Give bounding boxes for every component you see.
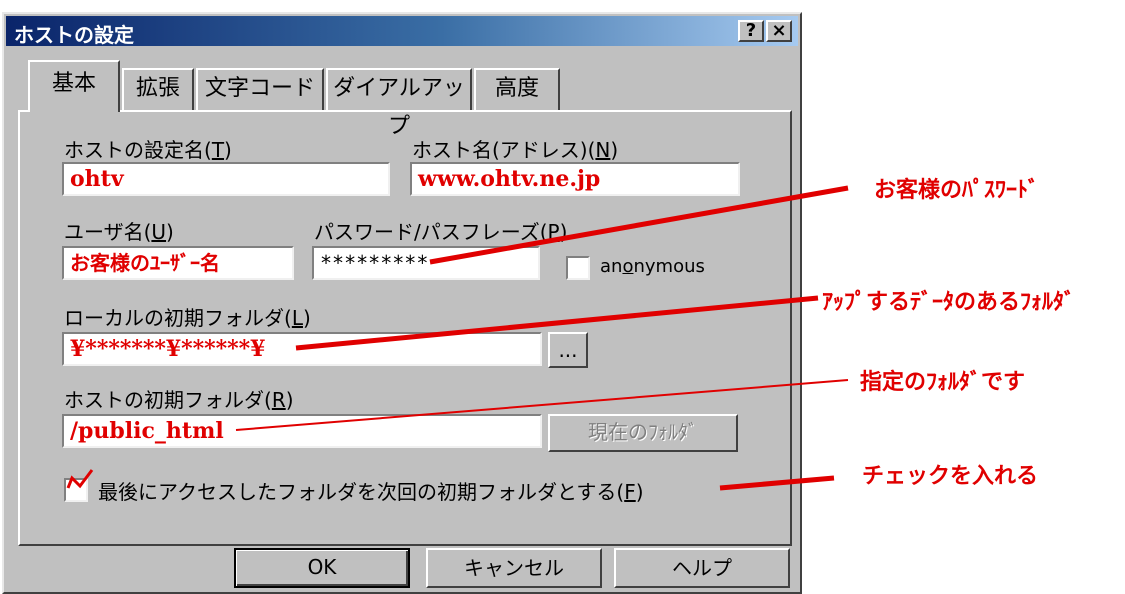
- check-icon: [66, 469, 94, 489]
- host-folder-annotation-line: [235, 379, 849, 431]
- tab-basic[interactable]: 基本: [28, 60, 120, 112]
- checkbox-annotation: チェックを入れる: [862, 464, 1039, 489]
- checkbox-annotation-line: [719, 475, 835, 491]
- local-folder-annotation-line: [295, 295, 819, 351]
- host-folder-annotation: 指定のﾌｫﾙﾀﾞです: [860, 370, 1026, 395]
- password-annotation: お客様のﾊﾟｽﾜｰﾄﾞ: [874, 178, 1040, 203]
- local-folder-annotation: ｱｯﾌﾟするﾃﾞｰﾀのあるﾌｫﾙﾀﾞ: [822, 290, 1076, 315]
- password-annotation-line: [429, 185, 849, 265]
